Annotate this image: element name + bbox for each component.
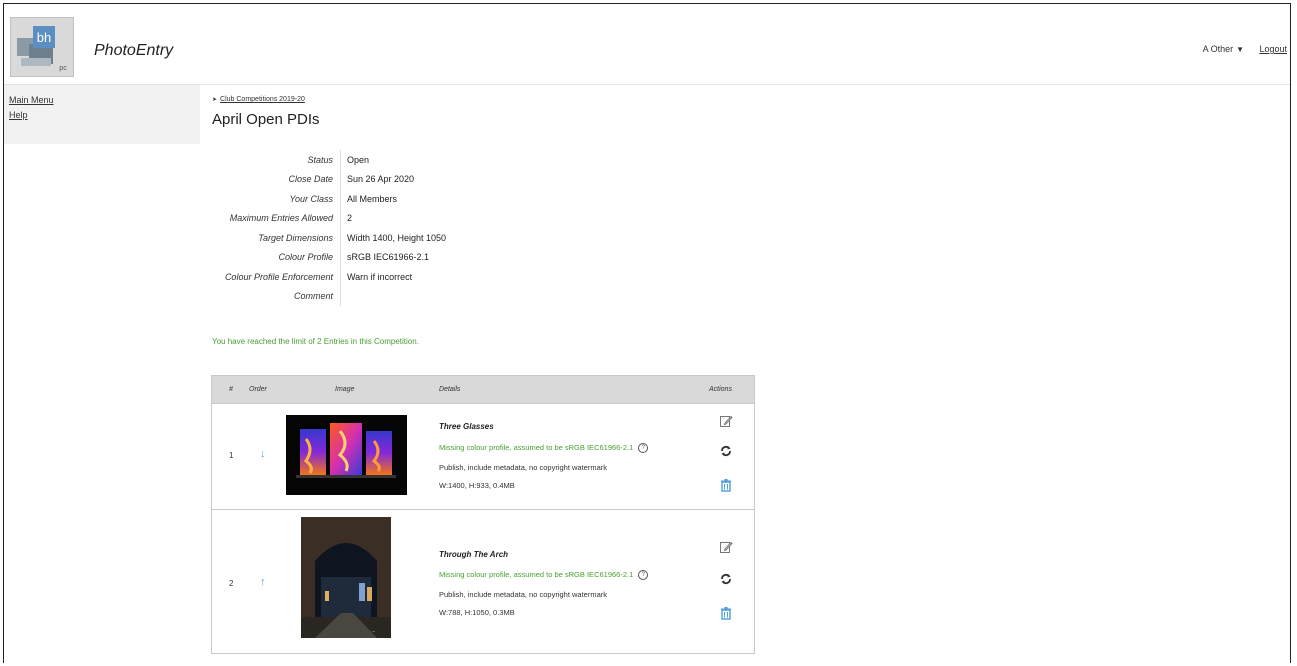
entry-thumbnail[interactable]: ~ (301, 517, 391, 638)
detail-label: Comment (293, 291, 333, 302)
edit-icon[interactable] (719, 540, 733, 554)
refresh-icon[interactable] (719, 572, 733, 586)
publish-options: Publish, include metadata, no copyright … (439, 463, 608, 472)
detail-label: Close Date (288, 174, 333, 185)
club-logo[interactable]: bh pc (10, 17, 74, 77)
detail-value (340, 286, 447, 306)
detail-label: Colour Profile (278, 252, 333, 263)
breadcrumb: ➤ Club Competitions 2019-20 (212, 96, 305, 103)
thumbnail-image-through-the-arch: ~ (301, 517, 391, 638)
app-title: PhotoEntry (94, 42, 174, 59)
help-icon[interactable]: ? (638, 443, 649, 454)
detail-row-profile-enforcement: Colour Profile Enforcement Warn if incor… (209, 267, 447, 287)
detail-value: Sun 26 Apr 2020 (340, 169, 447, 189)
column-header-details: Details (439, 386, 461, 393)
entry-limit-message: You have reached the limit of 2 Entries … (212, 337, 419, 346)
club-logo-graphic: bh pc (17, 26, 67, 72)
detail-row-class: Your Class All Members (209, 189, 447, 209)
detail-value: sRGB IEC61966-2.1 (340, 247, 447, 267)
breadcrumb-link[interactable]: Club Competitions 2019-20 (220, 96, 305, 103)
detail-value: Width 1400, Height 1050 (340, 228, 447, 248)
table-row: 2 ↑ ~ Through The Arch Missing colour pr… (212, 510, 754, 653)
detail-value: 2 (340, 208, 447, 228)
user-menu[interactable]: A Other ▼ (1203, 44, 1244, 54)
svg-text:~: ~ (372, 630, 375, 635)
detail-value: All Members (340, 189, 447, 209)
table-row: 1 ↓ Three Glasses Missing colour profile… (212, 404, 754, 510)
help-icon[interactable]: ? (638, 570, 649, 581)
detail-row-comment: Comment (209, 286, 447, 306)
colour-profile-warning: Missing colour profile, assumed to be sR… (439, 570, 649, 581)
detail-row-max-entries: Maximum Entries Allowed 2 (209, 208, 447, 228)
entries-table: # Order Image Details Actions 1 ↓ Three … (211, 375, 755, 654)
colour-profile-warning: Missing colour profile, assumed to be sR… (439, 443, 649, 454)
column-header-num: # (229, 386, 233, 393)
detail-row-colour-profile: Colour Profile sRGB IEC61966-2.1 (209, 247, 447, 267)
sidebar-item-main-menu[interactable]: Main Menu (9, 95, 200, 105)
image-dimensions: W:1400, H:933, 0.4MB (439, 481, 515, 490)
detail-label: Your Class (289, 193, 333, 204)
detail-row-status: Status Open (209, 150, 447, 170)
detail-label: Status (307, 154, 333, 165)
publish-options: Publish, include metadata, no copyright … (439, 590, 608, 599)
detail-value: Open (340, 150, 447, 170)
competition-details: Status Open Close Date Sun 26 Apr 2020 Y… (209, 150, 447, 306)
svg-text:pc: pc (59, 65, 67, 72)
detail-label: Maximum Entries Allowed (229, 213, 333, 224)
refresh-icon[interactable] (719, 444, 733, 458)
detail-label: Colour Profile Enforcement (224, 271, 333, 282)
entry-title: Three Glasses (439, 422, 494, 431)
colour-profile-warning-text: Missing colour profile, assumed to be sR… (439, 443, 634, 452)
column-header-image: Image (335, 386, 355, 393)
trash-icon[interactable] (719, 606, 733, 620)
caret-down-icon: ▼ (1236, 45, 1244, 54)
entry-number: 2 (229, 579, 234, 588)
trash-icon[interactable] (719, 478, 733, 492)
svg-text:bh: bh (37, 30, 51, 45)
image-dimensions: W:788, H:1050, 0.3MB (439, 608, 515, 617)
move-down-arrow-icon[interactable]: ↓ (260, 448, 266, 460)
detail-row-close-date: Close Date Sun 26 Apr 2020 (209, 169, 447, 189)
breadcrumb-arrow-icon: ➤ (212, 97, 218, 103)
entry-thumbnail[interactable] (286, 415, 407, 495)
edit-icon[interactable] (719, 414, 733, 428)
column-header-actions: Actions (709, 386, 732, 393)
entries-table-header: # Order Image Details Actions (212, 376, 754, 404)
column-header-order: Order (249, 386, 267, 393)
sidebar-item-help[interactable]: Help (9, 110, 200, 120)
colour-profile-warning-text: Missing colour profile, assumed to be sR… (439, 570, 634, 579)
user-name: A Other (1202, 44, 1234, 54)
detail-label: Target Dimensions (258, 232, 333, 243)
entry-title: Through The Arch (439, 550, 509, 559)
thumbnail-image-three-glasses (286, 415, 407, 495)
app-window: bh pc PhotoEntry A Other ▼ Logout Main Me… (3, 3, 1291, 663)
entry-number: 1 (229, 451, 234, 460)
move-up-arrow-icon[interactable]: ↑ (260, 576, 266, 588)
page-title: April Open PDIs (212, 111, 320, 128)
detail-value: Warn if incorrect (340, 267, 447, 287)
detail-row-target-dimensions: Target Dimensions Width 1400, Height 105… (209, 228, 447, 248)
sidebar: Main Menu Help (4, 85, 200, 144)
logout-link[interactable]: Logout (1259, 44, 1287, 54)
header: bh pc PhotoEntry A Other ▼ Logout (4, 4, 1290, 85)
